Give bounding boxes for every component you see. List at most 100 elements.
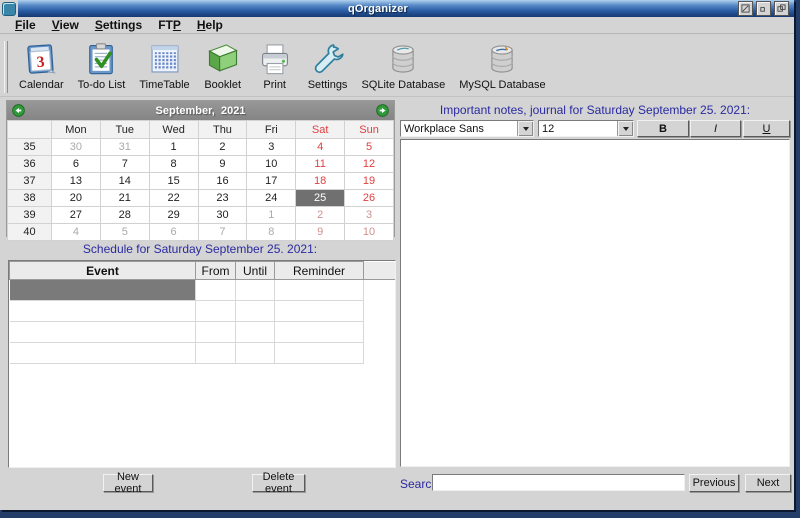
toolbar-button-timetable[interactable]: TimeTable	[132, 39, 196, 92]
calendar-day[interactable]: 18	[296, 173, 345, 190]
calendar-day[interactable]: 8	[247, 224, 296, 241]
calendar-day[interactable]: 1	[149, 139, 198, 156]
menu-file[interactable]: File	[8, 18, 43, 32]
calendar-day[interactable]: 30	[52, 139, 101, 156]
toolbar-label: TimeTable	[139, 79, 189, 91]
calendar-day[interactable]: 2	[198, 139, 247, 156]
calendar-day[interactable]: 10	[247, 156, 296, 173]
schedule-cell[interactable]	[275, 343, 364, 364]
toolbar-button-booklet[interactable]: Booklet	[197, 39, 249, 92]
delete-event-button[interactable]: Delete event	[252, 474, 305, 492]
schedule-cell[interactable]	[236, 343, 275, 364]
calendar-day-selected[interactable]: 25	[296, 190, 345, 207]
toolbar-button-calendar[interactable]: 3Calendar	[12, 39, 71, 92]
calendar-day[interactable]: 24	[247, 190, 296, 207]
schedule-cell[interactable]	[196, 280, 236, 301]
minimize-button[interactable]	[756, 1, 771, 16]
search-input[interactable]	[432, 474, 685, 491]
calendar-day[interactable]: 9	[198, 156, 247, 173]
toolbar-button-sqlite-database[interactable]: SQLite Database	[354, 39, 452, 92]
calendar-day[interactable]: 6	[149, 224, 198, 241]
new-event-button[interactable]: New event	[103, 474, 153, 492]
menu-help[interactable]: Help	[190, 18, 230, 32]
menu-settings[interactable]: Settings	[88, 18, 149, 32]
shade-button[interactable]	[738, 1, 753, 16]
schedule-cell[interactable]	[196, 322, 236, 343]
column-header-event[interactable]: Event	[10, 262, 196, 280]
schedule-cell[interactable]	[10, 322, 196, 343]
toolbar-label: Booklet	[204, 79, 241, 91]
calendar-day[interactable]: 14	[100, 173, 149, 190]
calendar-day[interactable]: 29	[149, 207, 198, 224]
bold-button[interactable]: B	[637, 120, 689, 137]
font-size-select[interactable]: 12	[538, 120, 634, 137]
calendar-day[interactable]: 4	[296, 139, 345, 156]
schedule-cell[interactable]	[275, 280, 364, 301]
toolbar-button-to-do-list[interactable]: To-do List	[71, 39, 133, 92]
calendar-day[interactable]: 23	[198, 190, 247, 207]
next-month-button[interactable]	[376, 104, 389, 117]
calendar-day[interactable]: 16	[198, 173, 247, 190]
schedule-cell[interactable]	[275, 301, 364, 322]
schedule-cell[interactable]	[10, 343, 196, 364]
calendar-day[interactable]: 26	[345, 190, 394, 207]
calendar-day[interactable]: 5	[100, 224, 149, 241]
calendar-day[interactable]: 7	[100, 156, 149, 173]
toolbar-handle[interactable]	[4, 41, 8, 93]
toolbar-button-settings[interactable]: Settings	[301, 39, 355, 92]
window-menu-button[interactable]	[0, 0, 18, 17]
prev-month-button[interactable]	[12, 104, 25, 117]
calendar-day[interactable]: 30	[198, 207, 247, 224]
calendar-day[interactable]: 20	[52, 190, 101, 207]
calendar-day[interactable]: 10	[345, 224, 394, 241]
calendar-day[interactable]: 8	[149, 156, 198, 173]
calendar-day[interactable]: 3	[345, 207, 394, 224]
window-controls	[738, 1, 789, 16]
calendar-day[interactable]: 9	[296, 224, 345, 241]
calendar-day[interactable]: 28	[100, 207, 149, 224]
chevron-down-icon[interactable]	[617, 121, 633, 136]
calendar-day[interactable]: 17	[247, 173, 296, 190]
next-button[interactable]: Next	[745, 474, 791, 492]
mysql-database-icon	[483, 40, 521, 78]
calendar-day[interactable]: 11	[296, 156, 345, 173]
column-header-until[interactable]: Until	[236, 262, 275, 280]
menu-ftp[interactable]: FTP	[151, 18, 188, 32]
toolbar-button-print[interactable]: Print	[249, 39, 301, 92]
column-header-reminder[interactable]: Reminder	[275, 262, 364, 280]
maximize-button[interactable]	[774, 1, 789, 16]
calendar-day[interactable]: 22	[149, 190, 198, 207]
calendar-day[interactable]: 6	[52, 156, 101, 173]
schedule-cell-selected[interactable]	[10, 280, 196, 301]
schedule-cell[interactable]	[275, 322, 364, 343]
schedule-cell[interactable]	[236, 301, 275, 322]
menu-view[interactable]: View	[45, 18, 86, 32]
schedule-cell[interactable]	[236, 322, 275, 343]
schedule-cell[interactable]	[236, 280, 275, 301]
calendar-day[interactable]: 4	[52, 224, 101, 241]
calendar-day[interactable]: 31	[100, 139, 149, 156]
calendar-day[interactable]: 5	[345, 139, 394, 156]
calendar-day[interactable]: 7	[198, 224, 247, 241]
schedule-cell[interactable]	[10, 301, 196, 322]
calendar-day[interactable]: 1	[247, 207, 296, 224]
toolbar-button-mysql-database[interactable]: MySQL Database	[452, 39, 552, 92]
font-family-select[interactable]: Workplace Sans	[400, 120, 534, 137]
previous-button[interactable]: Previous	[689, 474, 739, 492]
journal-text-area[interactable]	[400, 139, 790, 467]
underline-button[interactable]: U	[743, 120, 790, 137]
calendar-day[interactable]: 3	[247, 139, 296, 156]
italic-button[interactable]: I	[690, 120, 741, 137]
schedule-cell[interactable]	[196, 301, 236, 322]
calendar-day[interactable]: 21	[100, 190, 149, 207]
titlebar[interactable]: qOrganizer	[0, 0, 794, 17]
calendar-day[interactable]: 27	[52, 207, 101, 224]
calendar-day[interactable]: 13	[52, 173, 101, 190]
calendar-day[interactable]: 19	[345, 173, 394, 190]
schedule-cell[interactable]	[196, 343, 236, 364]
column-header-from[interactable]: From	[196, 262, 236, 280]
calendar-day[interactable]: 2	[296, 207, 345, 224]
calendar-day[interactable]: 12	[345, 156, 394, 173]
calendar-day[interactable]: 15	[149, 173, 198, 190]
chevron-down-icon[interactable]	[517, 121, 533, 136]
